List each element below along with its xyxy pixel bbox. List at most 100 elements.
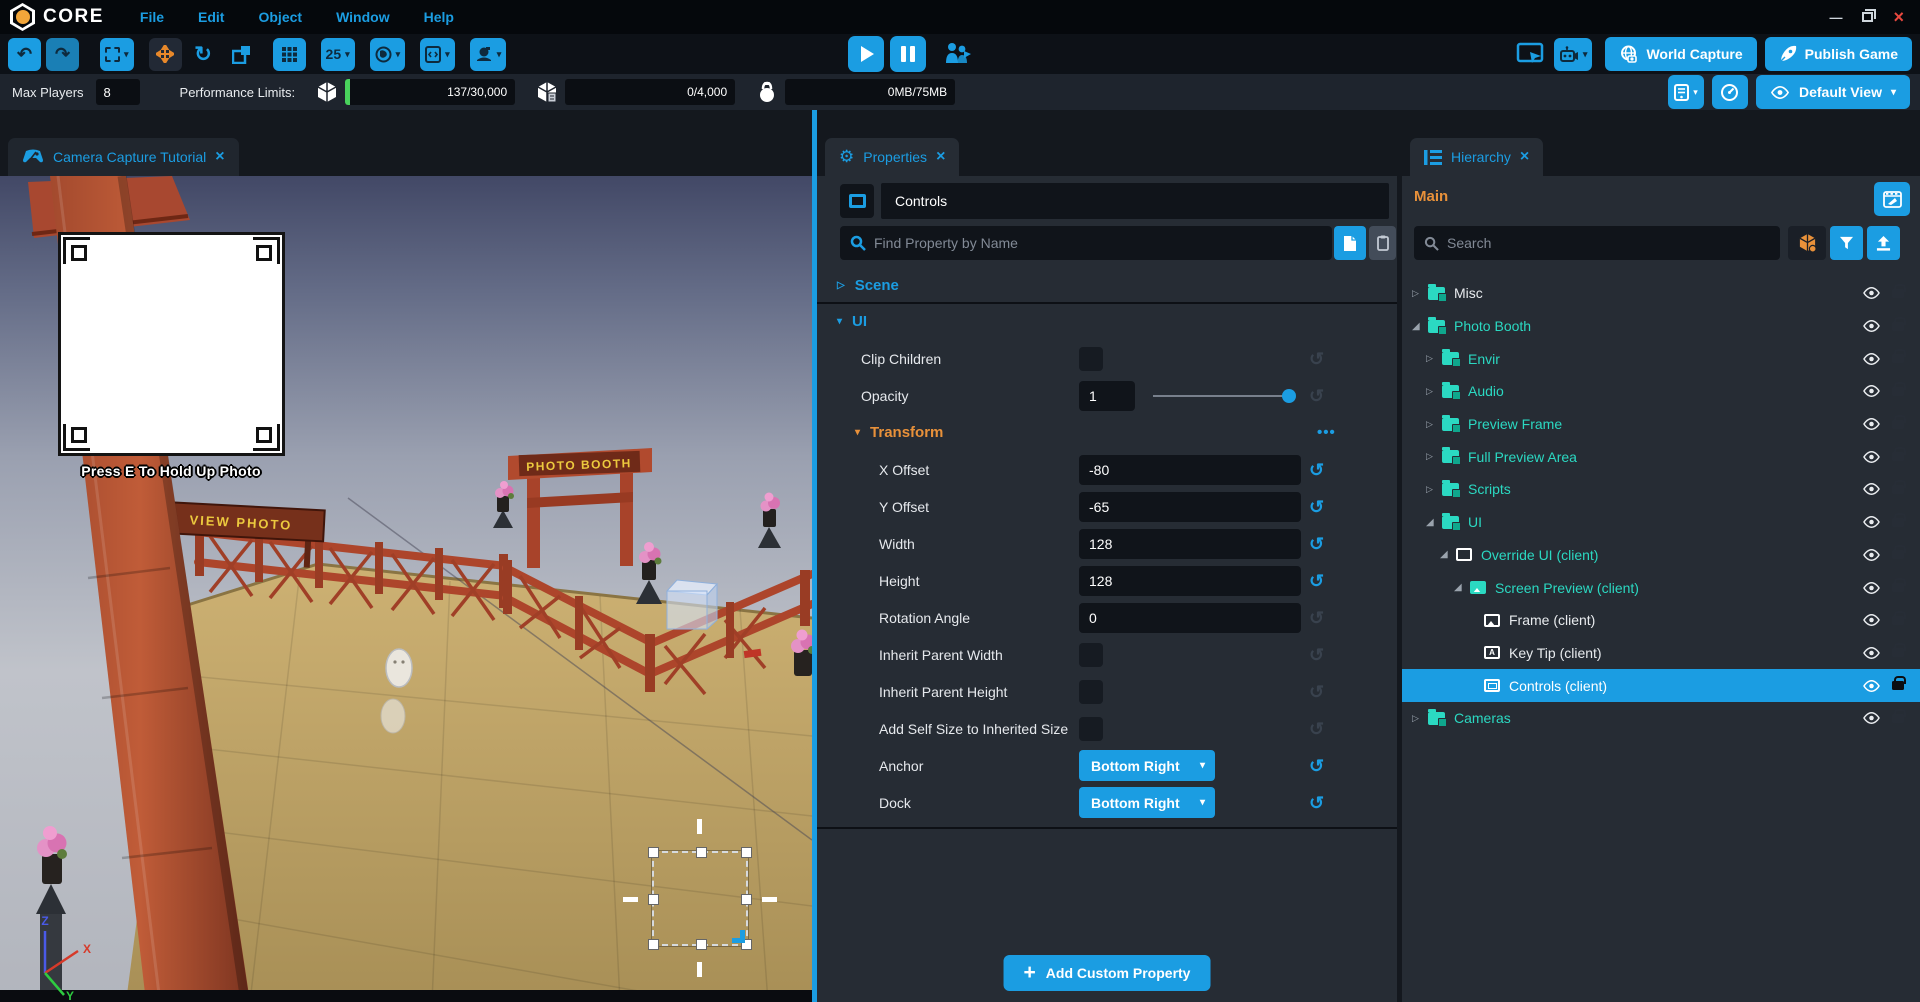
expander-open-icon[interactable]: ◢ [1454, 582, 1470, 593]
ui-selection-widget[interactable] [652, 851, 748, 946]
tree-item-full-preview-area[interactable]: ▷ Full Preview Area [1402, 440, 1920, 473]
resize-handle[interactable] [741, 894, 752, 905]
save-options-button[interactable]: ▾ [1668, 75, 1704, 109]
visibility-eye-icon[interactable] [1862, 287, 1881, 299]
terrain-tool-dropdown[interactable]: ▾ [370, 38, 406, 71]
move-tool-button[interactable] [149, 38, 182, 71]
resize-handle[interactable] [696, 847, 707, 858]
opacity-slider-knob[interactable] [1282, 389, 1296, 403]
lock-icon[interactable] [1892, 289, 1904, 298]
expander-closed-icon[interactable]: ▷ [1412, 288, 1428, 299]
max-players-input[interactable] [96, 79, 140, 105]
expander-closed-icon[interactable]: ▷ [1426, 419, 1442, 430]
undo-button[interactable]: ↶ [8, 38, 41, 71]
lock-icon[interactable] [1892, 681, 1904, 690]
reset-icon[interactable]: ↺ [1309, 350, 1324, 368]
lock-icon[interactable] [1892, 420, 1904, 429]
visibility-eye-icon[interactable] [1862, 353, 1881, 365]
redo-button[interactable]: ↷ [46, 38, 79, 71]
resize-handle[interactable] [648, 939, 659, 950]
lock-icon[interactable] [1892, 485, 1904, 494]
lock-icon[interactable] [1892, 550, 1904, 559]
reset-icon[interactable]: ↺ [1309, 461, 1324, 479]
expander-closed-icon[interactable]: ▷ [1426, 484, 1442, 495]
publish-game-button[interactable]: Publish Game [1765, 37, 1912, 71]
add-self-size-checkbox[interactable] [1079, 717, 1103, 741]
inherit-parent-height-checkbox[interactable] [1079, 680, 1103, 704]
tree-item-ui[interactable]: ◢ UI [1402, 506, 1920, 539]
visibility-eye-icon[interactable] [1862, 516, 1881, 528]
visibility-eye-icon[interactable] [1862, 418, 1881, 430]
dock-dropdown[interactable]: Bottom Right ▾ [1079, 787, 1215, 818]
resize-handle[interactable] [648, 894, 659, 905]
dynamic-objects-button[interactable] [1788, 226, 1826, 260]
visibility-eye-icon[interactable] [1862, 647, 1881, 659]
expander-open-icon[interactable]: ◢ [1412, 321, 1428, 332]
visibility-eye-icon[interactable] [1862, 582, 1881, 594]
minimize-icon[interactable]: — [1829, 10, 1842, 25]
reset-icon[interactable]: ↺ [1309, 646, 1324, 664]
select-mode-button[interactable]: ▾ [100, 38, 134, 71]
export-button[interactable] [1867, 226, 1900, 260]
multiplayer-preview-icon[interactable] [942, 41, 972, 67]
filter-button[interactable] [1830, 226, 1863, 260]
add-custom-property-button[interactable]: + Add Custom Property [1004, 955, 1211, 991]
lock-icon[interactable] [1892, 322, 1904, 331]
lock-icon[interactable] [1892, 387, 1904, 396]
reset-icon[interactable]: ↺ [1309, 535, 1324, 553]
visibility-eye-icon[interactable] [1862, 451, 1881, 463]
close-window-icon[interactable]: × [1893, 10, 1904, 24]
default-view-dropdown[interactable]: Default View ▾ [1756, 75, 1910, 109]
y-offset-input[interactable] [1079, 492, 1301, 522]
anchor-dropdown[interactable]: Bottom Right ▾ [1079, 750, 1215, 781]
section-ui[interactable]: ▾ UI [817, 308, 1397, 334]
performance-gauge-button[interactable] [1712, 75, 1748, 109]
visibility-eye-icon[interactable] [1862, 712, 1881, 724]
menu-file[interactable]: File [140, 9, 164, 25]
property-search[interactable] [840, 226, 1332, 260]
reset-icon[interactable]: ↺ [1309, 720, 1324, 738]
section-transform[interactable]: ▾ Transform ••• [817, 414, 1397, 451]
visibility-eye-icon[interactable] [1862, 549, 1881, 561]
reset-icon[interactable]: ↺ [1309, 794, 1324, 812]
width-input[interactable] [1079, 529, 1301, 559]
close-tab-icon[interactable]: × [215, 148, 224, 166]
reset-icon[interactable]: ↺ [1309, 609, 1324, 627]
tree-item-override-ui[interactable]: ◢ Override UI (client) [1402, 539, 1920, 572]
opacity-slider[interactable] [1153, 395, 1293, 397]
viewport-3d[interactable]: PHOTO BOOTH VIEW PHOTO [0, 176, 812, 1002]
reset-icon[interactable]: ↺ [1309, 498, 1324, 516]
hierarchy-search[interactable] [1414, 226, 1780, 260]
object-name-input[interactable] [881, 183, 1389, 219]
hierarchy-search-input[interactable] [1447, 235, 1780, 251]
resize-handle[interactable] [741, 847, 752, 858]
tab-hierarchy[interactable]: Hierarchy × [1410, 138, 1543, 176]
expander-closed-icon[interactable]: ▷ [1412, 713, 1428, 724]
tree-item-envir[interactable]: ▷ Envir [1402, 342, 1920, 375]
world-capture-button[interactable]: World Capture [1605, 37, 1756, 71]
more-options-icon[interactable]: ••• [1317, 424, 1336, 441]
snap-grid-button[interactable] [273, 38, 306, 71]
tree-item-screen-preview[interactable]: ◢ Screen Preview (client) [1402, 571, 1920, 604]
opacity-input[interactable] [1079, 381, 1135, 411]
lock-icon[interactable] [1892, 518, 1904, 527]
lock-icon[interactable] [1892, 583, 1904, 592]
lock-icon[interactable] [1892, 452, 1904, 461]
visibility-eye-icon[interactable] [1862, 614, 1881, 626]
expander-closed-icon[interactable]: ▷ [1426, 386, 1442, 397]
screen-share-icon[interactable] [1516, 42, 1544, 66]
tab-properties[interactable]: ⚙ Properties × [825, 138, 959, 176]
scenes-button[interactable] [1874, 182, 1910, 216]
tree-item-audio[interactable]: ▷ Audio [1402, 375, 1920, 408]
restore-icon[interactable] [1862, 12, 1873, 22]
height-input[interactable] [1079, 566, 1301, 596]
expander-closed-icon[interactable]: ▷ [1426, 353, 1442, 364]
expander-closed-icon[interactable]: ▷ [1426, 451, 1442, 462]
visibility-eye-icon[interactable] [1862, 680, 1881, 692]
inherit-parent-width-checkbox[interactable] [1079, 643, 1103, 667]
rotation-angle-input[interactable] [1079, 603, 1301, 633]
rotate-tool-button[interactable]: ↻ [187, 38, 220, 71]
play-button[interactable] [848, 36, 884, 72]
tree-item-photo-booth[interactable]: ◢ Photo Booth [1402, 310, 1920, 343]
close-tab-icon[interactable]: × [936, 148, 945, 166]
